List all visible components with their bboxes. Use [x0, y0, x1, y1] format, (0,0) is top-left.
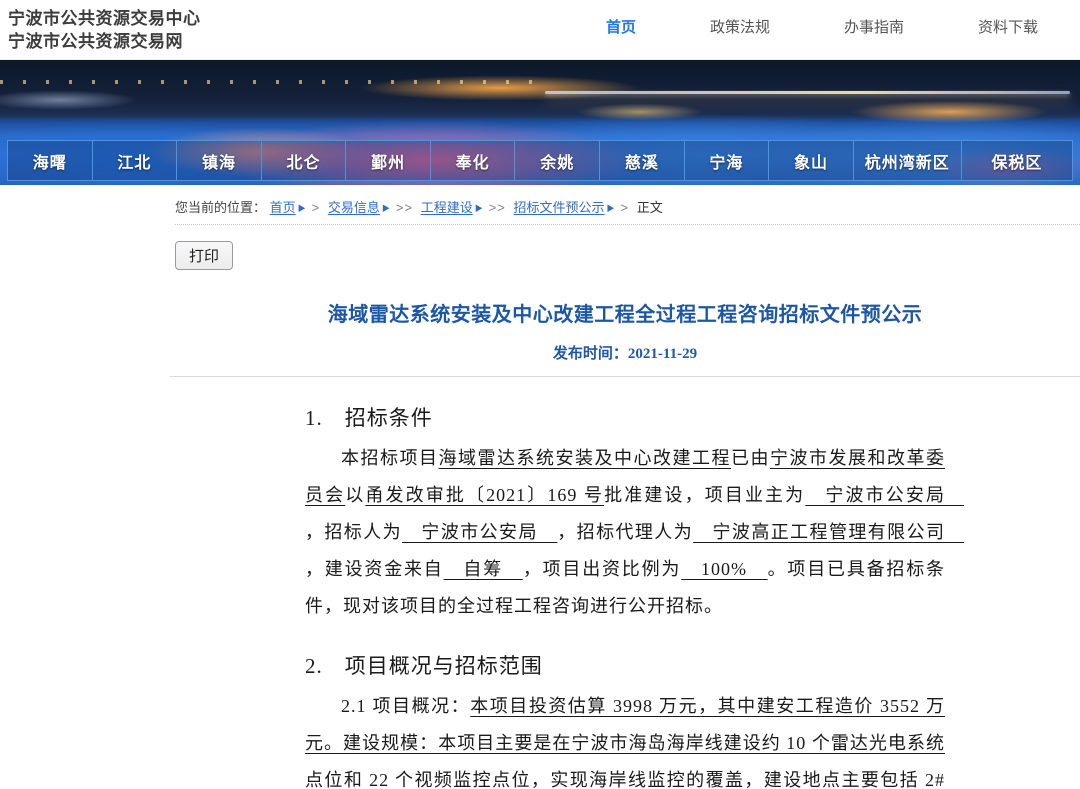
print-button[interactable]: 打印	[175, 241, 233, 270]
text-segment-underlined: 海域雷达系统安装及中心改建工程	[439, 448, 732, 468]
district-tab-cixi[interactable]: 慈溪	[599, 141, 684, 180]
breadcrumb: 您当前的位置： 首页▶> 交易信息▶>> 工程建设▶>> 招标文件预公示▶> 正…	[175, 185, 1080, 216]
site-title-line2: 宁波市公共资源交易网	[8, 30, 201, 53]
section-1-paragraph: 本招标项目海域雷达系统安装及中心改建工程已由宁波市发展和改革委员会以甬发改审批〔…	[305, 440, 945, 625]
main-content: 您当前的位置： 首页▶> 交易信息▶>> 工程建设▶>> 招标文件预公示▶> 正…	[0, 185, 1080, 789]
text-segment: 以	[345, 485, 365, 505]
top-nav-guide[interactable]: 办事指南	[844, 16, 904, 59]
section-2-paragraph: 2.1 项目概况：本项目投资估算 3998 万元，其中建安工程造价 3552 万…	[305, 688, 945, 789]
district-nav: 海曙 江北 镇海 北仑 鄞州 奉化 余姚 慈溪 宁海 象山 杭州湾新区 保税区	[7, 140, 1073, 181]
breadcrumb-separator: >	[312, 200, 321, 215]
page: 宁波市公共资源交易中心 宁波市公共资源交易网 首页 政策法规 办事指南 资料下载…	[0, 0, 1080, 789]
text-segment: ，招标代理人为	[557, 522, 693, 542]
district-tab-zhenhai[interactable]: 镇海	[176, 141, 261, 180]
district-tab-yuyao[interactable]: 余姚	[514, 141, 599, 180]
district-tab-yinzhou[interactable]: 鄞州	[345, 141, 430, 180]
text-segment: 批准建设，项目业主为	[604, 485, 805, 505]
district-tab-fenghua[interactable]: 奉化	[430, 141, 515, 180]
text-segment-underlined: 甬发改审批〔2021〕169 号	[365, 485, 604, 505]
text-segment: 2.1 项目概况：	[341, 696, 470, 716]
district-tab-baoshui[interactable]: 保税区	[961, 141, 1072, 180]
section-1-heading: 1. 招标条件	[305, 402, 945, 432]
text-segment-underlined: 自筹	[444, 559, 523, 579]
breadcrumb-link-construction[interactable]: 工程建设	[421, 200, 473, 215]
section-2-heading: 2. 项目概况与招标范围	[305, 650, 945, 680]
text-segment-underlined: 宁波高正工程管理有限公司	[693, 522, 964, 542]
publish-date: 发布时间：2021-11-29	[305, 342, 945, 363]
site-title-line1: 宁波市公共资源交易中心	[8, 7, 201, 30]
text-segment: ，建设资金来自	[305, 559, 444, 579]
district-tab-jiangbei[interactable]: 江北	[92, 141, 177, 180]
breadcrumb-arrow-icon: ▶	[475, 204, 483, 213]
district-tab-ninghai[interactable]: 宁海	[684, 141, 769, 180]
breadcrumb-arrow-icon: ▶	[607, 204, 615, 213]
top-nav-downloads[interactable]: 资料下载	[978, 16, 1038, 59]
text-segment: 本招标项目	[341, 448, 439, 468]
article: 海域雷达系统安装及中心改建工程全过程工程咨询招标文件预公示 发布时间：2021-…	[305, 298, 945, 789]
page-title: 海域雷达系统安装及中心改建工程全过程工程咨询招标文件预公示	[305, 298, 945, 327]
text-segment-underlined: 宁波市公安局	[402, 522, 557, 542]
district-tab-xiangshan[interactable]: 象山	[768, 141, 853, 180]
text-segment: ，招标人为	[305, 522, 402, 542]
breadcrumb-link-home[interactable]: 首页	[270, 200, 296, 215]
breadcrumb-separator: >>	[489, 200, 506, 215]
title-divider	[170, 376, 1080, 377]
top-nav: 首页 政策法规 办事指南 资料下载	[606, 7, 1038, 59]
district-tab-beilun[interactable]: 北仑	[261, 141, 346, 180]
site-title: 宁波市公共资源交易中心 宁波市公共资源交易网	[8, 7, 201, 59]
breadcrumb-separator: >>	[396, 200, 413, 215]
breadcrumb-arrow-icon: ▶	[382, 204, 390, 213]
text-segment: ，项目出资比例为	[523, 559, 681, 579]
site-header: 宁波市公共资源交易中心 宁波市公共资源交易网 首页 政策法规 办事指南 资料下载	[0, 0, 1080, 60]
breadcrumb-separator: >	[621, 200, 630, 215]
breadcrumb-label: 您当前的位置：	[175, 200, 266, 215]
breadcrumb-divider	[175, 224, 1080, 225]
text-segment-underlined: 100%	[681, 559, 767, 579]
top-nav-home[interactable]: 首页	[606, 16, 636, 59]
breadcrumb-current: 正文	[637, 200, 663, 215]
top-nav-policies[interactable]: 政策法规	[710, 16, 770, 59]
breadcrumb-arrow-icon: ▶	[298, 204, 306, 213]
district-tab-hangzhouwan[interactable]: 杭州湾新区	[853, 141, 961, 180]
breadcrumb-link-trade-info[interactable]: 交易信息	[328, 200, 380, 215]
text-segment-underlined: 宁波市公安局	[805, 485, 964, 505]
district-tab-haishu[interactable]: 海曙	[8, 141, 92, 180]
banner-image: 海曙 江北 镇海 北仑 鄞州 奉化 余姚 慈溪 宁海 象山 杭州湾新区 保税区	[0, 60, 1080, 185]
breadcrumb-link-prenotice[interactable]: 招标文件预公示	[514, 200, 605, 215]
document-body: 1. 招标条件 本招标项目海域雷达系统安装及中心改建工程已由宁波市发展和改革委员…	[305, 402, 945, 789]
text-segment: 已由	[731, 448, 770, 468]
